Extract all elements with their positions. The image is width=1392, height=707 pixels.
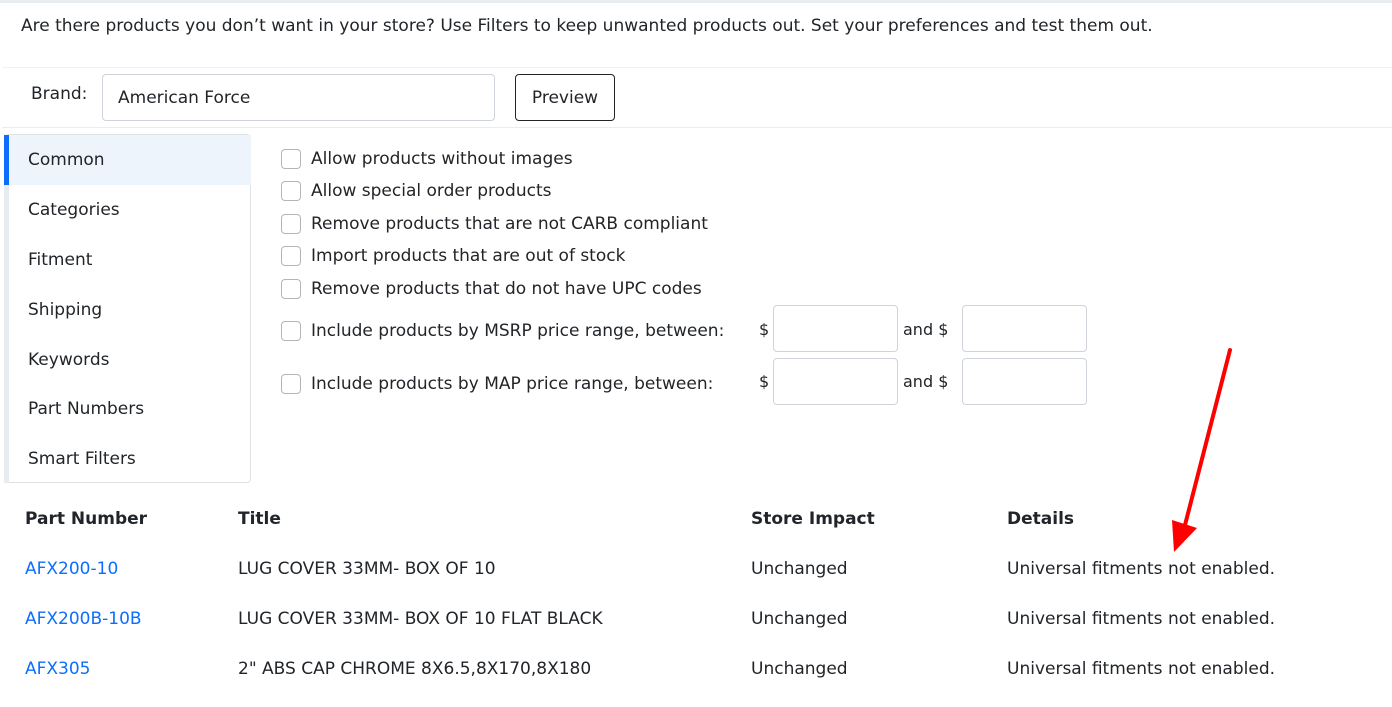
annotation-arrow-icon xyxy=(1172,348,1232,552)
